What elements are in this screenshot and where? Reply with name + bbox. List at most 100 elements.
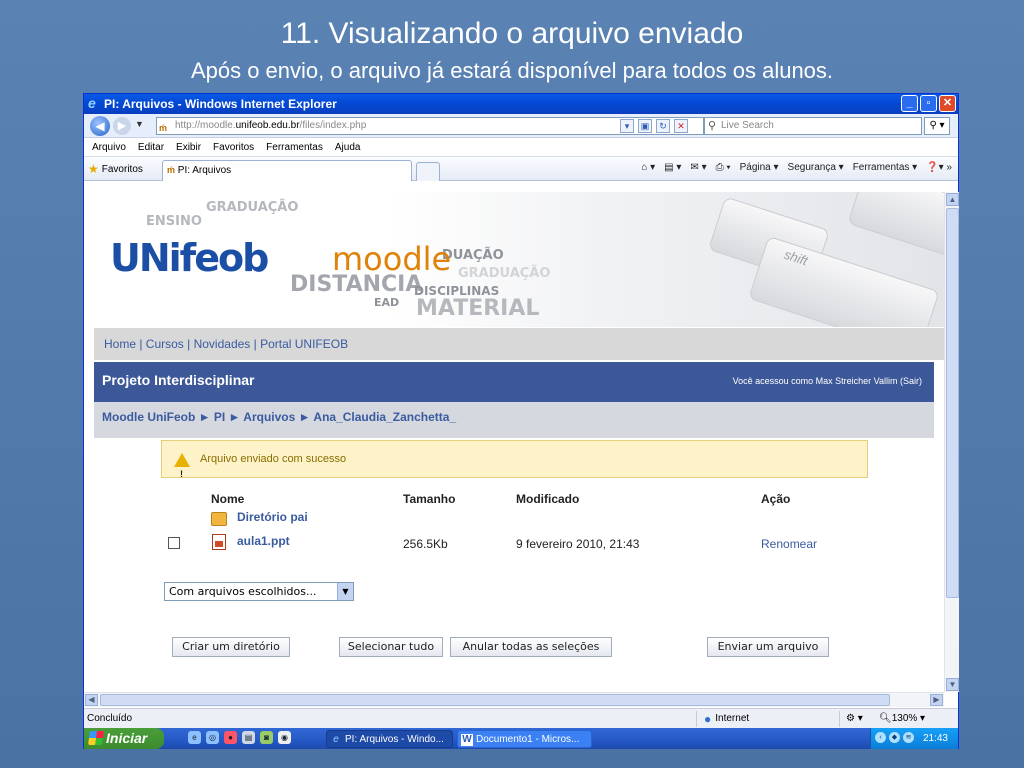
new-tab-button[interactable]: [416, 162, 440, 181]
back-button[interactable]: ◀: [90, 116, 110, 136]
horizontal-scrollbar[interactable]: ◀ ▶: [84, 692, 944, 707]
hscroll-thumb[interactable]: [100, 694, 890, 706]
rename-link[interactable]: Renomear: [761, 537, 817, 551]
scroll-thumb[interactable]: [946, 208, 959, 598]
status-bar: Concluído ● Internet ⚙ ▾ 🔍︎130% ▾: [84, 708, 958, 728]
url-domain: unifeob.edu.br: [235, 120, 300, 131]
taskbar-item-ie[interactable]: e PI: Arquivos - Windo...: [326, 730, 453, 748]
top-nav-links[interactable]: Home | Cursos | Novidades | Portal UNIFE…: [94, 328, 944, 360]
file-checkbox[interactable]: [168, 537, 180, 549]
taskbar-item-word[interactable]: W Documento1 - Micros...: [457, 730, 592, 748]
menu-pagina[interactable]: Página ▾: [740, 162, 779, 173]
menu-favoritos[interactable]: Favoritos: [213, 138, 254, 156]
print-icon[interactable]: ⎙ ▾: [716, 162, 731, 173]
deselect-all-button[interactable]: Anular todas as seleções: [450, 637, 612, 657]
media-quicklaunch-icon[interactable]: ●: [224, 731, 237, 744]
start-button[interactable]: Iniciar: [84, 728, 164, 749]
scroll-right-icon[interactable]: ▶: [930, 694, 943, 706]
menu-editar[interactable]: Editar: [138, 138, 164, 156]
search-button[interactable]: ⚲ ▾: [924, 117, 950, 135]
tab-label: PI: Arquivos: [177, 165, 232, 176]
window-titlebar[interactable]: e PI: Arquivos - Windows Internet Explor…: [84, 94, 958, 114]
scroll-down-icon[interactable]: ▼: [946, 678, 959, 691]
task-label: Documento1 - Micros...: [476, 734, 580, 745]
slide-title: 11. Visualizando o arquivo enviado: [280, 17, 744, 50]
keyboard-key-decoration: [847, 192, 944, 258]
quick-launch: e ◎ ● ▤ ◙ ◉: [188, 731, 291, 744]
mail-icon[interactable]: ✉ ▾: [690, 162, 706, 173]
stop-icon[interactable]: ✕: [674, 119, 688, 133]
menu-arquivo[interactable]: Arquivo: [92, 138, 126, 156]
feeds-icon[interactable]: ▤ ▾: [664, 162, 681, 173]
word-icon: W: [461, 734, 473, 746]
menu-ferramentas[interactable]: Ferramentas: [266, 138, 323, 156]
browser-window: e PI: Arquivos - Windows Internet Explor…: [83, 93, 959, 749]
security-zone: ● Internet: [704, 709, 749, 729]
select-all-button[interactable]: Selecionar tudo: [339, 637, 443, 657]
tray-network-icon[interactable]: ≋: [903, 732, 914, 743]
favorites-bar: ★ Favoritos ḿ PI: Arquivos ⌂ ▾ ▤ ▾ ✉ ▾ ⎙…: [84, 157, 958, 181]
start-label: Iniciar: [106, 730, 148, 746]
with-selected-dropdown[interactable]: Com arquivos escolhidos... ▼: [164, 582, 354, 601]
search-input[interactable]: ⚲ Live Search: [704, 117, 922, 135]
site-favicon-icon: ḿ: [159, 123, 168, 133]
windows-taskbar: Iniciar e ◎ ● ▤ ◙ ◉ e PI: Arquivos - Win…: [84, 728, 958, 749]
vertical-scrollbar[interactable]: ▲ ▼: [944, 192, 959, 692]
close-button[interactable]: ✕: [939, 95, 956, 112]
tab-pi-arquivos[interactable]: ḿ PI: Arquivos: [162, 160, 412, 181]
refresh-icon[interactable]: ↻: [656, 119, 670, 133]
menu-ferramentas-cmd[interactable]: Ferramentas ▾: [853, 162, 917, 173]
menu-exibir[interactable]: Exibir: [176, 138, 201, 156]
browser-quicklaunch-icon[interactable]: ◎: [206, 731, 219, 744]
url-dropdown-icon[interactable]: ▾: [620, 119, 634, 133]
ppt-file-icon[interactable]: [212, 534, 226, 550]
upload-file-button[interactable]: Enviar um arquivo: [707, 637, 829, 657]
banner-word-material: MATERIAL: [416, 296, 540, 321]
scroll-up-icon[interactable]: ▲: [946, 193, 959, 206]
success-notice: Arquivo enviado com sucesso: [161, 440, 868, 492]
forward-button[interactable]: ▶: [113, 117, 131, 135]
banner-word-ead: EAD: [374, 296, 400, 309]
ie-icon: e: [333, 734, 339, 745]
chevron-down-icon: ▼: [337, 583, 353, 600]
menu-seguranca[interactable]: Segurança ▾: [788, 162, 844, 173]
breadcrumb[interactable]: Moodle UniFeob ► PI ► Arquivos ► Ana_Cla…: [94, 402, 934, 438]
status-text: Concluído: [87, 713, 133, 724]
file-size: 256.5Kb: [403, 537, 448, 551]
file-name-link[interactable]: aula1.ppt: [237, 534, 290, 548]
zoom-control[interactable]: 🔍︎130% ▾: [879, 709, 925, 729]
history-dropdown-icon[interactable]: ▼: [135, 119, 144, 129]
parent-dir-link[interactable]: Diretório pai: [237, 510, 308, 524]
ie-icon: e: [88, 95, 96, 111]
login-info[interactable]: Você acessou como Max Streicher Vallim (…: [733, 376, 922, 386]
disc-quicklaunch-icon[interactable]: ◉: [278, 731, 291, 744]
tray-arrow-icon[interactable]: ‹: [875, 732, 886, 743]
app-quicklaunch-icon[interactable]: ◙: [260, 731, 273, 744]
unifeob-logo: UNifeob: [110, 236, 269, 280]
ie-quicklaunch-icon[interactable]: e: [188, 731, 201, 744]
zone-label: Internet: [715, 713, 750, 724]
with-selected-value: Com arquivos escolhidos...: [169, 585, 317, 598]
desktop-quicklaunch-icon[interactable]: ▤: [242, 731, 255, 744]
globe-icon: ●: [704, 712, 712, 726]
favorites-label: Favoritos: [101, 163, 143, 175]
menu-ajuda[interactable]: Ajuda: [335, 138, 361, 156]
header-acao: Ação: [761, 492, 791, 506]
home-icon[interactable]: ⌂ ▾: [641, 162, 655, 173]
tray-shield-icon[interactable]: ◆: [889, 732, 900, 743]
favorites-button[interactable]: ★ Favoritos: [88, 162, 143, 176]
minimize-button[interactable]: _: [901, 95, 918, 112]
banner-word-graduacao-2: GRADUAÇÃO: [458, 266, 551, 281]
maximize-button[interactable]: ▫: [920, 95, 937, 112]
clock[interactable]: 21:43: [923, 733, 948, 744]
scroll-left-icon[interactable]: ◀: [85, 694, 98, 706]
help-icon[interactable]: ❓▾ »: [926, 162, 952, 173]
compat-icon[interactable]: ▣: [638, 119, 652, 133]
page-viewport: shift ENSINO GRADUAÇÃO DUAÇÃO GRADUAÇÃO …: [84, 192, 944, 692]
create-directory-button[interactable]: Criar um diretório: [172, 637, 290, 657]
folder-up-icon[interactable]: [211, 512, 227, 526]
header-tamanho: Tamanho: [403, 492, 456, 506]
protected-mode-icon[interactable]: ⚙ ▾: [846, 709, 863, 729]
header-nome: Nome: [211, 492, 245, 506]
search-icon: ⚲: [708, 120, 717, 132]
